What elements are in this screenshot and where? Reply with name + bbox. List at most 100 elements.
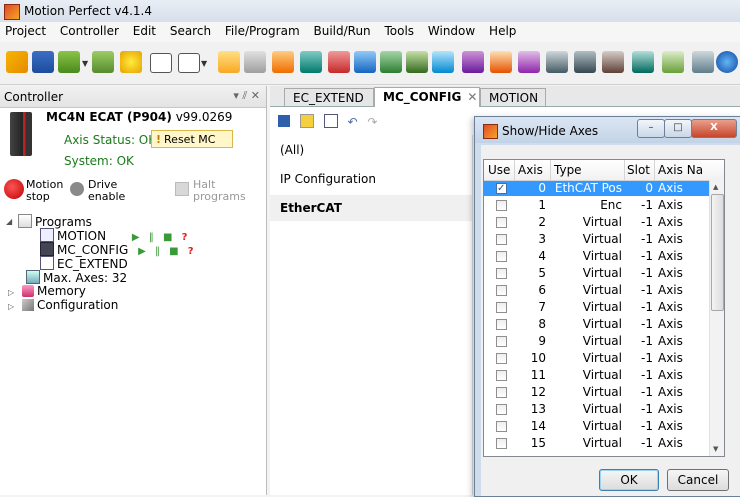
program-icon[interactable] xyxy=(244,51,266,73)
minimize-button[interactable]: – xyxy=(637,119,665,138)
config-item-all[interactable]: (All) xyxy=(270,137,472,163)
axis-row[interactable]: 8 Virtual -1 Axis xyxy=(484,317,710,332)
motion-stop-button[interactable]: Motion stop xyxy=(26,179,63,203)
col-slot[interactable]: Slot xyxy=(627,163,650,177)
use-checkbox[interactable] xyxy=(496,217,507,228)
tree-memory[interactable]: Memory xyxy=(22,284,86,298)
scroll-thumb[interactable] xyxy=(711,194,724,311)
axis-row[interactable]: 13 Virtual -1 Axis xyxy=(484,402,710,417)
axis-row[interactable]: 3 Virtual -1 Axis xyxy=(484,232,710,247)
use-checkbox[interactable] xyxy=(496,404,507,415)
scope-icon[interactable] xyxy=(272,51,294,73)
motion-stop-icon[interactable] xyxy=(4,179,24,199)
axis-row[interactable]: 15 Virtual -1 Axis xyxy=(484,436,710,451)
axis-row[interactable]: 4 Virtual -1 Axis xyxy=(484,249,710,264)
document-icon[interactable] xyxy=(323,113,338,128)
col-axis-name[interactable]: Axis Na xyxy=(658,163,703,177)
drive-enable-icon[interactable] xyxy=(70,182,84,196)
edit-icon[interactable] xyxy=(299,113,314,128)
close-icon[interactable]: ✕ xyxy=(467,90,477,104)
menu-search[interactable]: Search xyxy=(165,22,216,38)
program-run-controls[interactable]: ▶ ‖ ■ ? xyxy=(138,246,197,257)
axis-row[interactable]: 11 Virtual -1 Axis xyxy=(484,368,710,383)
axis-row[interactable]: 1 Enc -1 Axis xyxy=(484,198,710,213)
axis-row[interactable]: 14 Virtual -1 Axis xyxy=(484,419,710,434)
menu-controller[interactable]: Controller xyxy=(55,22,124,38)
connect-icon[interactable] xyxy=(6,51,28,73)
use-checkbox[interactable] xyxy=(496,234,507,245)
scroll-down-icon[interactable]: ▼ xyxy=(713,445,718,453)
col-axis[interactable]: Axis xyxy=(518,163,543,177)
calculator-icon[interactable] xyxy=(546,51,568,73)
menu-window[interactable]: Window xyxy=(423,22,480,38)
axis-params-icon[interactable] xyxy=(300,51,322,73)
tree-max-axes[interactable]: Max. Axes: 32 xyxy=(26,270,127,285)
maximize-button[interactable]: □ xyxy=(664,119,692,138)
use-checkbox[interactable] xyxy=(496,181,507,196)
axis-row[interactable]: 5 Virtual -1 Axis xyxy=(484,266,710,281)
col-use[interactable]: Use xyxy=(488,163,510,177)
config-item-ethercat[interactable]: EtherCAT xyxy=(270,195,472,221)
memory-icon[interactable] xyxy=(462,51,484,73)
use-checkbox[interactable] xyxy=(496,251,507,262)
table-icon[interactable] xyxy=(380,51,402,73)
graph-icon[interactable] xyxy=(432,51,454,73)
use-checkbox[interactable] xyxy=(496,200,507,211)
menu-help[interactable]: Help xyxy=(484,22,521,38)
menu-file-program[interactable]: File/Program xyxy=(220,22,305,38)
tab-ec-extend[interactable]: EC_EXTEND xyxy=(284,88,374,106)
ok-button[interactable]: OK xyxy=(599,469,659,491)
axis-row[interactable]: 2 Virtual -1 Axis xyxy=(484,215,710,230)
io-icon[interactable] xyxy=(328,51,350,73)
tab-motion[interactable]: MOTION xyxy=(480,88,546,106)
config-item-ip[interactable]: IP Configuration xyxy=(270,166,472,192)
halt-programs-button[interactable]: Halt programs xyxy=(193,179,246,203)
axis-row[interactable]: 10 Virtual -1 Axis xyxy=(484,351,710,366)
panel-pin-controls[interactable]: ▾ ⫽ ✕ xyxy=(233,89,260,103)
menu-tools[interactable]: Tools xyxy=(380,22,420,38)
analyzer-icon[interactable] xyxy=(662,51,684,73)
settings-icon[interactable] xyxy=(574,51,596,73)
tree-program-ec-extend[interactable]: EC_EXTEND xyxy=(40,256,128,271)
help-icon[interactable] xyxy=(716,51,738,73)
reset-mc-button[interactable]: ! Reset MC xyxy=(151,130,233,148)
cancel-button[interactable]: Cancel xyxy=(667,469,729,491)
grid-scrollbar[interactable]: ▲ ▼ xyxy=(709,180,724,456)
menu-build-run[interactable]: Build/Run xyxy=(308,22,375,38)
window-icon[interactable] xyxy=(178,53,200,73)
axis-row[interactable]: 6 Virtual -1 Axis xyxy=(484,283,710,298)
expand-arrow-icon[interactable]: ▷ xyxy=(8,302,14,311)
network-icon[interactable] xyxy=(58,51,80,73)
use-checkbox[interactable] xyxy=(496,302,507,313)
close-button[interactable]: X xyxy=(691,119,737,138)
halt-programs-icon[interactable] xyxy=(175,182,189,196)
use-checkbox[interactable] xyxy=(496,336,507,347)
project-icon[interactable] xyxy=(632,51,654,73)
chevron-down-icon[interactable]: ▼ xyxy=(201,59,207,68)
list-icon[interactable] xyxy=(406,51,428,73)
watch-icon[interactable] xyxy=(518,51,540,73)
save-icon[interactable] xyxy=(32,51,54,73)
use-checkbox[interactable] xyxy=(496,285,507,296)
drive-enable-button[interactable]: Drive enable xyxy=(88,179,125,203)
axis-row[interactable]: 7 Virtual -1 Axis xyxy=(484,300,710,315)
col-type[interactable]: Type xyxy=(554,163,582,177)
tree-program-mc-config[interactable]: MC_CONFIG ▶ ‖ ■ ? xyxy=(40,242,197,257)
use-checkbox[interactable] xyxy=(496,438,507,449)
tools-icon[interactable] xyxy=(602,51,624,73)
chart-icon[interactable] xyxy=(354,51,376,73)
scroll-up-icon[interactable]: ▲ xyxy=(713,183,718,191)
expand-arrow-icon[interactable]: ▷ xyxy=(8,288,14,297)
axis-row[interactable]: 0 EthCAT Pos 0 Axis xyxy=(484,181,710,196)
edit-icon[interactable] xyxy=(218,51,240,73)
collapse-arrow-icon[interactable]: ◢ xyxy=(6,217,12,226)
use-checkbox[interactable] xyxy=(496,421,507,432)
use-checkbox[interactable] xyxy=(496,387,507,398)
axis-row[interactable]: 9 Virtual -1 Axis xyxy=(484,334,710,349)
run-pause-stop-icons[interactable]: ▶ ‖ ■ xyxy=(138,246,182,257)
terminal-icon[interactable] xyxy=(150,53,172,73)
tree-programs[interactable]: Programs xyxy=(18,214,92,229)
sync-icon[interactable] xyxy=(92,51,114,73)
use-checkbox[interactable] xyxy=(496,353,507,364)
tree-configuration[interactable]: Configuration xyxy=(22,298,118,312)
